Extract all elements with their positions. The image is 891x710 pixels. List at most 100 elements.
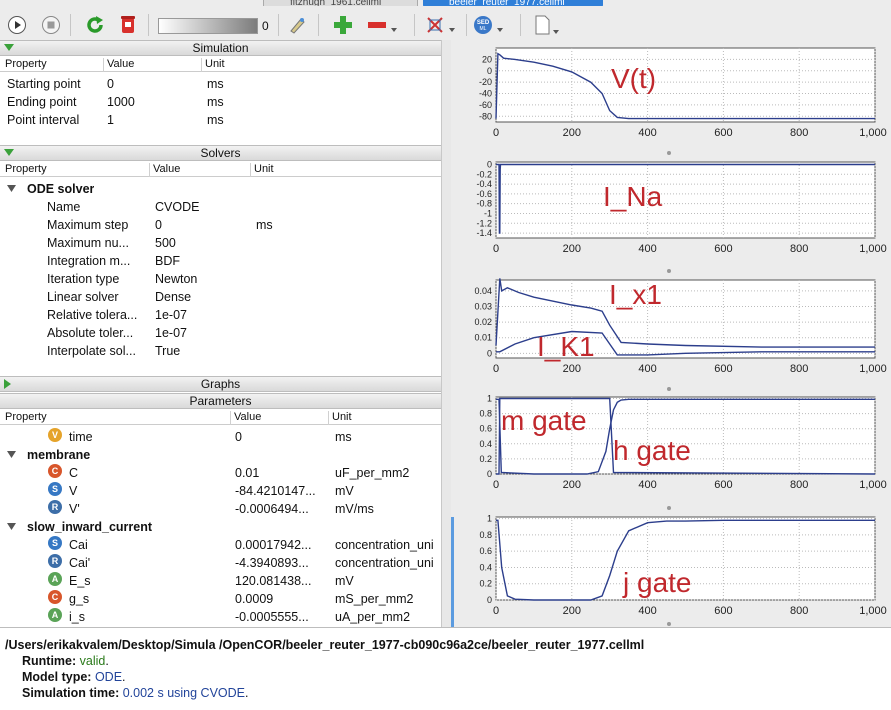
property-value[interactable]: CVODE: [155, 198, 250, 216]
graph-panel[interactable]: 0 200 400 600 800 1,000 1 0.8 0.6 0.4 0.2 0 j gate: [451, 513, 891, 627]
starting-point-row[interactable]: Starting point 0 ms: [0, 75, 441, 93]
parameters-section-header[interactable]: Parameters: [0, 393, 441, 409]
property-value[interactable]: 1e-07: [155, 306, 250, 324]
solver-row[interactable]: Interpolate sol... True: [0, 342, 441, 360]
property-label: Name: [47, 200, 81, 214]
add-graph-panel-button[interactable]: [330, 12, 356, 38]
y-tick-label: 0.6: [479, 546, 492, 556]
parameters-column-header: Property Value Unit: [0, 411, 441, 425]
graphs-section-header[interactable]: Graphs: [0, 376, 441, 392]
parameter-name: C: [69, 466, 79, 480]
parameter-name: Cai': [69, 556, 91, 570]
parameter-value[interactable]: -0.0006494...: [235, 500, 330, 518]
ode-solver-group[interactable]: ODE solver: [0, 180, 441, 198]
y-tick-label: -1: [484, 208, 492, 218]
property-value[interactable]: Dense: [155, 288, 250, 306]
delay-slider[interactable]: [158, 18, 258, 34]
panel-resize-handle[interactable]: [667, 506, 671, 510]
file-menu-button[interactable]: [532, 12, 562, 38]
y-tick-label: 0.8: [479, 530, 492, 540]
document-icon: [535, 15, 559, 35]
clear-button[interactable]: [115, 12, 141, 38]
reset-button[interactable]: [82, 12, 108, 38]
solver-row[interactable]: Relative tolera... 1e-07: [0, 306, 441, 324]
parameter-row[interactable]: R Cai' -4.3940893... concentration_uni: [0, 554, 441, 572]
property-value[interactable]: Newton: [155, 270, 250, 288]
y-tick-label: 0: [487, 469, 492, 479]
property-value[interactable]: 500: [155, 234, 250, 252]
panel-resize-handle[interactable]: [667, 387, 671, 391]
solver-row[interactable]: Integration m... BDF: [0, 252, 441, 270]
minus-icon: [368, 22, 397, 32]
parameter-value[interactable]: -0.0005555...: [235, 608, 330, 626]
parameter-value[interactable]: 0.01: [235, 464, 330, 482]
parameter-value[interactable]: 0: [235, 428, 330, 446]
parameter-row[interactable]: R V' -0.0006494... mV/ms: [0, 500, 441, 518]
parameter-row-time[interactable]: Vtime 0 ms: [0, 428, 441, 446]
x-tick-label: 600: [714, 479, 732, 491]
parameter-value[interactable]: 0.00017942...: [235, 536, 330, 554]
x-tick-label: 0: [493, 605, 499, 617]
x-tick-label: 600: [714, 605, 732, 617]
solver-row[interactable]: Name CVODE: [0, 198, 441, 216]
x-tick-label: 400: [638, 605, 656, 617]
parameter-value[interactable]: 0.0009: [235, 590, 330, 608]
property-value[interactable]: BDF: [155, 252, 250, 270]
property-value[interactable]: 1e-07: [155, 324, 250, 342]
component-membrane[interactable]: membrane: [0, 446, 441, 464]
toolbar-separator: [414, 14, 415, 36]
collapse-triangle-icon: [7, 451, 16, 458]
y-tick-label: -0.4: [476, 179, 492, 189]
graph-panel[interactable]: 0 200 400 600 800 1,000200-20-40-60-80V(t): [451, 44, 891, 156]
parameter-value[interactable]: -4.3940893...: [235, 554, 330, 572]
component-slow-inward-current[interactable]: slow_inward_current: [0, 518, 441, 536]
graph-panel[interactable]: 0 200 400 600 800 1,000 1 0.8 0.6 0.4 0.2 0 m gate h …: [451, 393, 891, 511]
solver-row[interactable]: Iteration type Newton: [0, 270, 441, 288]
parameter-unit: mV: [335, 484, 354, 498]
ending-point-row[interactable]: Ending point 1000 ms: [0, 93, 441, 111]
solver-row[interactable]: Maximum step 0 ms: [0, 216, 441, 234]
property-value[interactable]: True: [155, 342, 250, 360]
panel-resize-handle[interactable]: [667, 622, 671, 626]
parameter-value[interactable]: 120.081438...: [235, 572, 330, 590]
y-tick-label: 0.2: [479, 579, 492, 589]
csv-export-button[interactable]: [424, 12, 458, 38]
parameter-row[interactable]: C C 0.01 uF_per_mm2: [0, 464, 441, 482]
parameter-value[interactable]: -84.4210147...: [235, 482, 330, 500]
graph-panel[interactable]: 0 200 400 600 800 1,000 0.04 0.03 0.02 0.01 0 I_x1 I…: [451, 276, 891, 392]
parameter-row[interactable]: Ai_s -0.0005555... uA_per_mm2: [0, 608, 441, 626]
toolbar-separator: [520, 14, 521, 36]
property-value[interactable]: 1: [107, 111, 114, 129]
run-button[interactable]: [4, 12, 30, 38]
remove-graph-panel-button[interactable]: [366, 12, 400, 38]
parameter-unit: mV/ms: [335, 502, 374, 516]
property-panel: Simulation Property Value Unit Starting …: [0, 40, 441, 627]
graph-canvas[interactable]: 0 200 400 600 800 1,000200-20-40-60-80V(t)0 20…: [451, 40, 891, 627]
parameter-row[interactable]: S Cai 0.00017942... concentration_uni: [0, 536, 441, 554]
solver-row[interactable]: Maximum nu... 500: [0, 234, 441, 252]
toolbar-separator: [148, 14, 149, 36]
solver-row[interactable]: Linear solver Dense: [0, 288, 441, 306]
parameter-row[interactable]: S V -84.4210147... mV: [0, 482, 441, 500]
panel-resize-handle[interactable]: [667, 151, 671, 155]
solver-row[interactable]: Absolute toler... 1e-07: [0, 324, 441, 342]
parameter-row[interactable]: A E_s 120.081438... mV: [0, 572, 441, 590]
simulation-time-value: 0.002 s using CVODE: [122, 686, 246, 700]
simulation-section-header[interactable]: Simulation: [0, 40, 441, 56]
solvers-section-header[interactable]: Solvers: [0, 145, 441, 161]
panel-splitter[interactable]: [441, 40, 451, 627]
point-interval-row[interactable]: Point interval 1 ms: [0, 111, 441, 129]
property-label: Iteration type: [47, 272, 120, 286]
property-value[interactable]: 0: [107, 75, 114, 93]
graph-annotation: j gate: [622, 567, 692, 598]
stop-button[interactable]: [38, 12, 64, 38]
sedml-export-button[interactable]: SED ML: [472, 12, 506, 38]
property-value[interactable]: 1000: [107, 93, 135, 111]
property-value[interactable]: 0: [155, 216, 250, 234]
x-tick-label: 600: [714, 243, 732, 255]
panel-resize-handle[interactable]: [667, 269, 671, 273]
x-tick-label: 1,000: [859, 363, 887, 375]
graph-panel[interactable]: 0 200 400 600 800 1,0000-0.2-0.4-0.6-0.8-1-1.…: [451, 158, 891, 274]
parameter-row[interactable]: Cg_s 0.0009 mS_per_mm2: [0, 590, 441, 608]
development-mode-button[interactable]: [284, 12, 310, 38]
